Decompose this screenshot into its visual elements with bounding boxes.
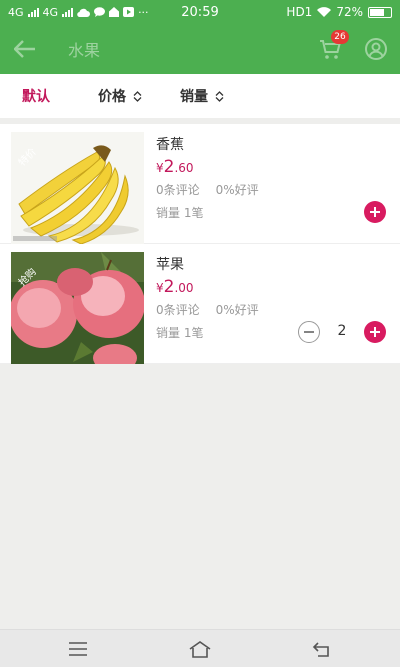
sort-bar: 默认 价格 销量 <box>0 74 400 118</box>
price-integer: 2 <box>163 277 175 297</box>
status-time: 20:59 <box>181 4 219 20</box>
product-rating: 0%好评 <box>215 303 259 317</box>
list-item[interactable]: 特价 香蕉 ¥2.60 0条评论 0%好评 销量 1笔 <box>0 124 400 244</box>
product-comments: 0条评论 <box>156 303 200 317</box>
product-sales: 销量 1笔 <box>156 206 204 220</box>
product-list: 特价 香蕉 ¥2.60 0条评论 0%好评 销量 1笔 抢购 苹果 ¥2.00 … <box>0 124 400 364</box>
product-rating: 0%好评 <box>215 183 259 197</box>
arrow-left-icon <box>14 40 35 58</box>
app-header: 水果 26 <box>0 24 400 74</box>
sort-sales-label: 销量 <box>180 89 208 105</box>
home-outline-icon <box>189 641 211 658</box>
product-meta: 0条评论 0%好评 <box>156 181 259 198</box>
sort-price-label: 价格 <box>98 89 126 105</box>
user-button[interactable] <box>364 37 388 61</box>
price-symbol: ¥ <box>156 281 164 295</box>
price-symbol: ¥ <box>156 161 164 175</box>
back-button[interactable] <box>0 24 50 74</box>
cart-badge: 26 <box>331 30 349 44</box>
page-title: 水果 <box>68 41 101 60</box>
sort-updown-icon <box>215 90 224 102</box>
product-price: ¥2.00 <box>156 277 194 297</box>
home-nav-button[interactable] <box>188 639 212 659</box>
product-name: 苹果 <box>156 257 184 273</box>
decrease-quantity-button[interactable] <box>298 321 320 343</box>
price-decimal: .00 <box>174 281 194 295</box>
back-nav-button[interactable] <box>310 639 334 659</box>
product-meta: 0条评论 0%好评 <box>156 301 259 318</box>
product-name: 香蕉 <box>156 137 184 153</box>
product-price: ¥2.60 <box>156 157 194 177</box>
price-integer: 2 <box>163 157 175 177</box>
sort-price-tab[interactable]: 价格 <box>98 86 142 106</box>
status-bar: 4G 4G ··· 20:59 HD1 72% <box>0 0 400 24</box>
price-decimal: .60 <box>174 161 194 175</box>
product-sales: 销量 1笔 <box>156 326 204 340</box>
product-image-banana: 特价 <box>11 132 144 244</box>
product-comments: 0条评论 <box>156 183 200 197</box>
return-icon <box>312 642 329 657</box>
user-icon <box>365 38 387 60</box>
system-nav-bar <box>0 629 400 667</box>
list-item[interactable]: 抢购 苹果 ¥2.00 0条评论 0%好评 销量 1笔 2 <box>0 244 400 364</box>
quantity-value: 2 <box>337 323 347 339</box>
sort-default-tab[interactable]: 默认 <box>22 86 50 106</box>
sort-default-label: 默认 <box>22 89 50 105</box>
plus-icon <box>370 207 380 217</box>
sort-updown-icon <box>133 90 142 102</box>
product-image-apple: 抢购 <box>11 252 144 364</box>
minus-icon <box>304 331 314 333</box>
plus-icon <box>370 327 380 337</box>
add-to-cart-button[interactable] <box>364 321 386 343</box>
menu-nav-button[interactable] <box>66 639 90 659</box>
add-to-cart-button[interactable] <box>364 201 386 223</box>
sort-sales-tab[interactable]: 销量 <box>180 86 224 106</box>
menu-icon <box>69 642 87 656</box>
